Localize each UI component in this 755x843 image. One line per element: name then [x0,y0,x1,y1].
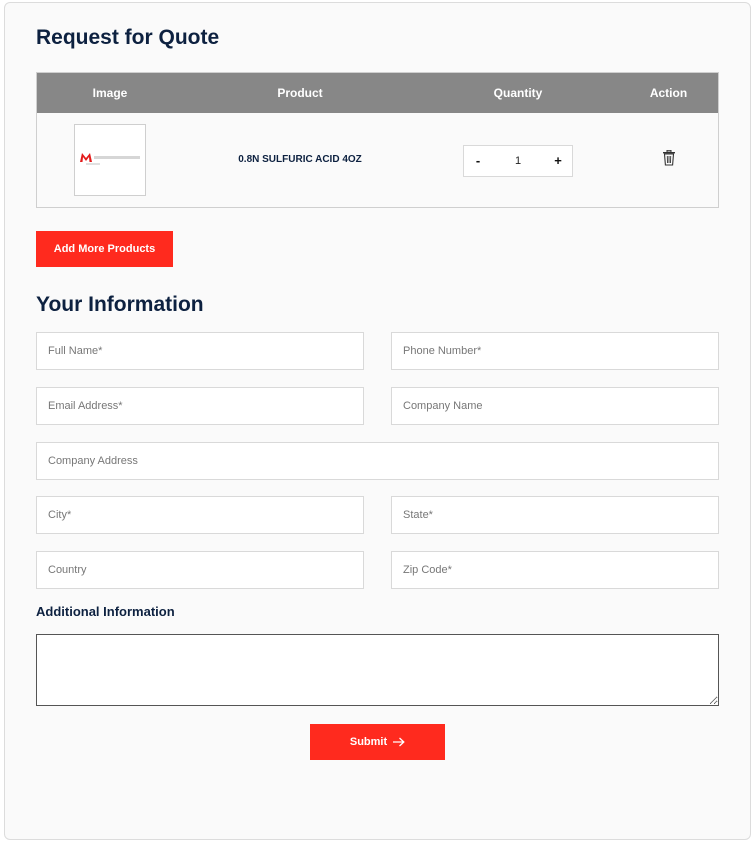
submit-label: Submit [349,736,388,748]
column-header-action: Action [649,86,688,100]
column-header-quantity: Quantity [493,86,543,100]
quantity-input[interactable] [492,146,544,176]
additional-information-textarea[interactable] [36,634,719,706]
additional-information-heading: Additional Information [36,604,175,619]
email-field[interactable] [36,387,364,425]
phone-number-field[interactable] [391,332,719,370]
column-header-product: Product [277,86,323,100]
full-name-field[interactable] [36,332,364,370]
submit-button[interactable]: Submit [310,724,445,760]
product-thumbnail [74,124,146,196]
column-header-image: Image [92,86,128,100]
product-name: 0.8N SULFURIC ACID 4OZ [238,154,362,165]
city-field[interactable] [36,496,364,534]
company-name-field[interactable] [391,387,719,425]
country-field[interactable] [36,551,364,589]
table-header: Image Product Quantity Action [37,73,718,113]
company-address-field[interactable] [36,442,719,480]
table-row: 0.8N SULFURIC ACID 4OZ - + [37,113,718,207]
quantity-increase-button[interactable]: + [544,146,572,176]
quantity-decrease-button[interactable]: - [464,146,492,176]
zip-code-field[interactable] [391,551,719,589]
add-more-products-button[interactable]: Add More Products [36,231,173,267]
state-field[interactable] [391,496,719,534]
quote-table: Image Product Quantity Action 0.8N SULFU… [36,72,719,208]
brand-logo-icon [80,153,92,162]
quantity-stepper: - + [463,145,573,177]
logo-wordmark [94,156,140,159]
your-information-heading: Your Information [36,293,204,316]
logo-tagline [86,163,100,165]
page-title: Request for Quote [36,26,220,49]
arrow-right-icon [393,737,405,747]
trash-icon[interactable] [662,150,676,166]
